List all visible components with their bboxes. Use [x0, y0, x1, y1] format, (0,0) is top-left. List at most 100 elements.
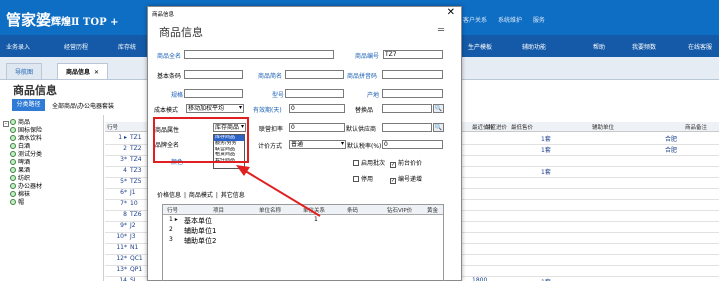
label-tax-mode: 计价方式 — [258, 143, 283, 150]
label-attribute: 商品属性 — [155, 127, 180, 134]
sub-tabs: 价格信息 | 商品模式 | 其它信息 — [157, 190, 246, 199]
code-field[interactable]: TZ7 — [383, 50, 443, 59]
search-icon[interactable]: 🔍 — [433, 123, 444, 132]
row-number: 13* — [116, 266, 127, 273]
label-brand: 品牌全名 — [155, 142, 180, 149]
tax-rate-field[interactable]: 0 — [382, 140, 443, 149]
grid-header-cell[interactable]: 辅助单位 — [592, 123, 614, 131]
label-barcode: 基本条码 — [157, 73, 182, 80]
attribute-option[interactable]: 套件商品 — [214, 158, 244, 164]
unit-row[interactable]: 3 辅助单位2 — [163, 236, 443, 245]
unit-header-cell[interactable]: 单位关系 — [303, 206, 325, 214]
unit-row[interactable]: 2 辅助单位1 — [163, 226, 443, 235]
unit-header-cell[interactable]: 条码 — [347, 206, 358, 214]
full-name-field[interactable] — [184, 50, 334, 59]
grid-header-cell[interactable]: 商品备注 — [685, 123, 707, 131]
collapse-icon[interactable]: ═ — [438, 25, 444, 36]
goods-code: SL — [130, 277, 138, 281]
row-number: 7* — [120, 200, 127, 207]
front-price-checkbox[interactable]: ✓ 前台价价 — [390, 158, 422, 168]
goods-code: QC1 — [130, 255, 143, 262]
discount-field[interactable]: 0 — [289, 123, 345, 132]
tab-goods-label: 商品信息 — [66, 69, 91, 76]
grid-header-cell[interactable]: 行号 — [107, 123, 118, 131]
top-link-system[interactable]: 系统维护 — [498, 17, 522, 24]
label-short-name: 商品简名 — [258, 73, 283, 80]
row-number: 1 ▸ — [118, 134, 127, 141]
row-number: 8 — [123, 211, 127, 218]
goods-code: QP1 — [130, 266, 143, 273]
label-pinyin: 商品拼音码 — [347, 73, 378, 80]
app-logo: 管家婆辉煌Ⅱ TOP + — [6, 11, 119, 29]
tab-goods-mode[interactable]: 商品模式 — [189, 192, 213, 199]
page-title: 商品信息 — [13, 84, 57, 97]
default-supplier-field[interactable] — [382, 123, 432, 132]
pinyin-field[interactable] — [382, 70, 443, 79]
top-links: 客户关系 系统维护 服务 — [463, 15, 554, 24]
menu-item-stock[interactable]: 库存统 — [118, 42, 136, 51]
batch-checkbox[interactable]: 启用批次 — [353, 158, 385, 167]
menu-item-entry[interactable]: 业务录入 — [6, 42, 30, 51]
model-field[interactable] — [285, 89, 344, 98]
unit-header-cell[interactable]: 单位名称 — [259, 206, 281, 214]
row-number: 12* — [116, 255, 127, 262]
category-path-button[interactable]: 分类路径 — [12, 99, 45, 111]
category-tree[interactable]: - 商品 国标保险 酒水饮料 白酒 测试分类 啤酒 果酒 纺织 办公器材 棉袜 帽 — [0, 115, 104, 281]
attribute-select[interactable]: 库存商品 — [213, 123, 246, 132]
spec-field[interactable] — [184, 89, 243, 98]
assist-unit: 1套 — [541, 136, 551, 143]
tab-nav[interactable]: 导航图 — [6, 63, 43, 79]
unit-table[interactable]: 行号 项目 单位名称 单位关系 条码 钻石VIP价 黄金 1 ▸ 基本单位 1 … — [162, 204, 444, 281]
top-link-service[interactable]: 服务 — [533, 17, 545, 24]
tree-item[interactable]: 帽 — [10, 197, 24, 206]
close-icon[interactable]: ✕ — [447, 7, 455, 18]
attribute-dropdown[interactable]: 库存商品 服务/劳务 联营商品 租赁商品 套件商品 — [213, 134, 245, 169]
unit-header-cell[interactable]: 行号 — [167, 206, 178, 214]
goods-code: J1 — [130, 189, 136, 196]
barcode-field[interactable] — [184, 70, 243, 79]
origin-field[interactable] — [382, 89, 443, 98]
auto-number-checkbox[interactable]: ✓ 编号递增 — [390, 174, 422, 184]
cost-mode-select[interactable]: 移动加权平均 — [186, 104, 244, 113]
short-name-field[interactable] — [285, 70, 344, 79]
disabled-checkbox[interactable]: 停用 — [353, 174, 373, 183]
menu-item-history[interactable]: 经营历程 — [64, 42, 88, 51]
menu-item-online[interactable]: 在线客服 — [688, 42, 712, 51]
label-origin: 产地 — [367, 92, 380, 99]
label-spec: 规格 — [171, 92, 184, 99]
expiry-field[interactable]: 0 — [289, 104, 345, 113]
checkbox-icon — [353, 160, 359, 166]
unit-header-cell[interactable]: 项目 — [213, 206, 224, 214]
label-code: 商品编号 — [355, 53, 380, 60]
label-default-supplier: 默认供应商 — [346, 126, 377, 133]
goods-code: J3 — [130, 233, 136, 240]
tab-goods[interactable]: 商品信息 ✕ — [57, 63, 109, 79]
goods-code: TZ4 — [130, 156, 142, 163]
substitute-field[interactable] — [382, 104, 432, 113]
tab-divider: | — [215, 192, 218, 199]
goods-code: N1 — [130, 244, 139, 251]
menu-item-assist[interactable]: 辅助功能 — [522, 42, 546, 51]
assist-unit: 1套 — [541, 169, 551, 176]
unit-row[interactable]: 1 ▸ 基本单位 1 — [163, 216, 443, 225]
tax-mode-select[interactable]: 普通 — [289, 140, 346, 149]
goods-code: TZ2 — [130, 145, 142, 152]
tab-divider: | — [183, 192, 186, 199]
grid-header-cell[interactable]: 最近进价 — [485, 123, 507, 131]
search-icon[interactable]: 🔍 — [433, 104, 444, 113]
row-number: 4 — [123, 167, 127, 174]
goods-note: 合肥 — [665, 136, 678, 143]
unit-header-cell[interactable]: 黄金 — [427, 206, 438, 214]
label-model: 型号 — [272, 92, 285, 99]
menu-item-production[interactable]: 生产模板 — [468, 42, 492, 51]
menu-item-freq[interactable]: 我要频数 — [632, 42, 656, 51]
tab-price-info[interactable]: 价格信息 — [157, 192, 181, 199]
grid-header-cell[interactable]: 最低售价 — [511, 123, 533, 131]
unit-header-cell[interactable]: 钻石VIP价 — [387, 206, 412, 214]
top-link-crm[interactable]: 客户关系 — [463, 17, 487, 24]
goods-info-dialog: 商品信息 ✕ 商品信息 ═ 商品全名 商品编号 TZ7 基本条码 商品简名 商品… — [147, 6, 462, 281]
close-icon[interactable]: ✕ — [94, 69, 99, 76]
menu-item-help[interactable]: 帮助 — [593, 42, 605, 51]
assist-unit: 1套 — [541, 147, 551, 154]
tab-other-info[interactable]: 其它信息 — [221, 192, 245, 199]
